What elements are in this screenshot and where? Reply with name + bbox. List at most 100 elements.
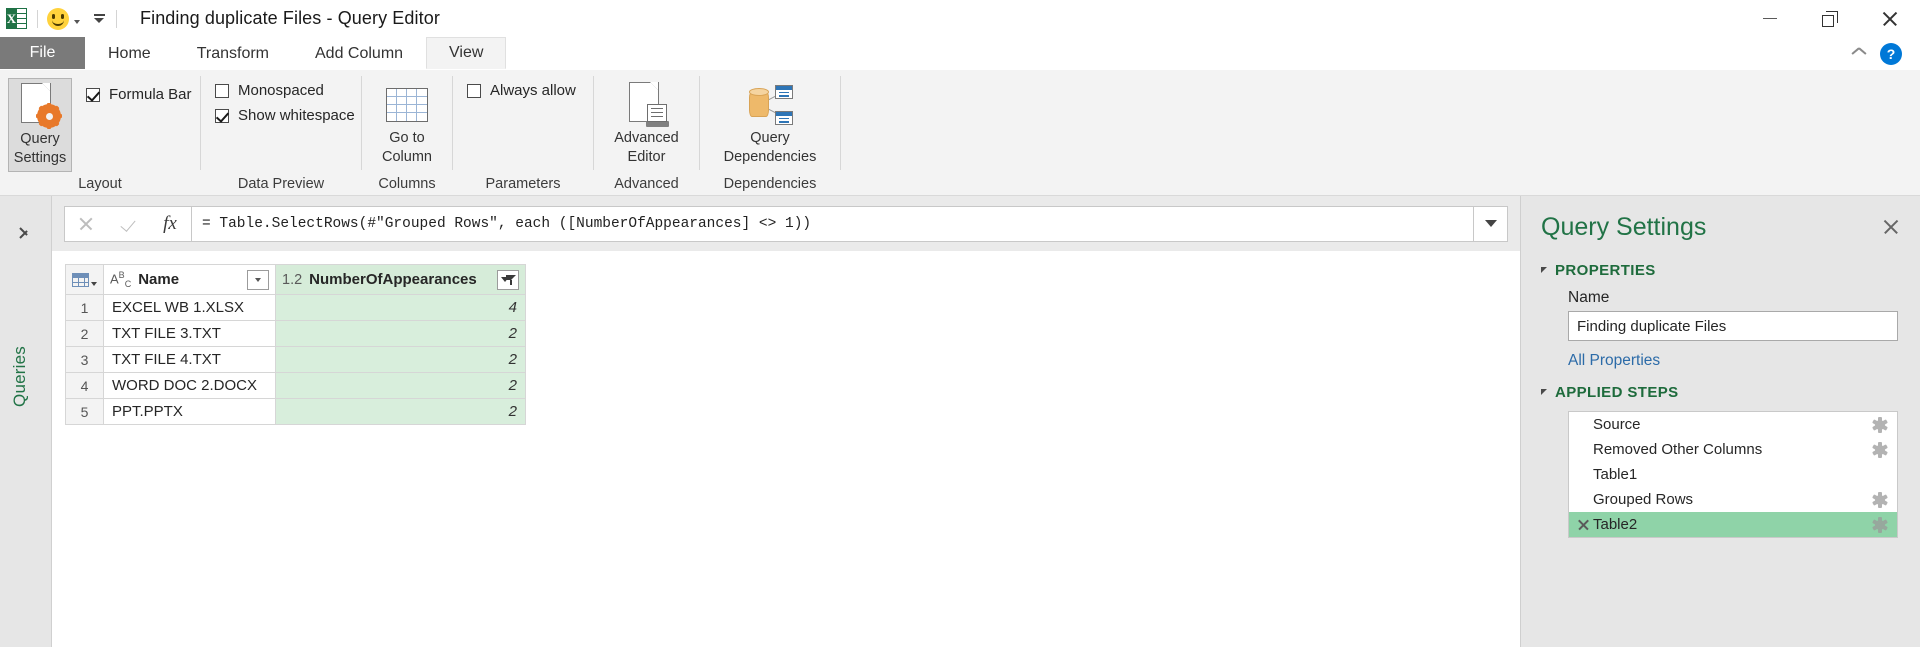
go-to-column-label-1: Go to — [389, 130, 425, 146]
table-row[interactable]: 1 EXCEL WB 1.XLSX 4 — [65, 294, 526, 321]
column-filter-dropdown-name[interactable] — [247, 269, 269, 290]
query-dependencies-button[interactable]: Query Dependencies — [704, 78, 836, 167]
ribbon-group-label-parameters: Parameters — [485, 176, 561, 192]
close-button[interactable] — [1860, 0, 1920, 37]
close-icon[interactable] — [1882, 218, 1900, 236]
checkbox-formula-bar-box[interactable] — [86, 87, 100, 102]
cell-name[interactable]: TXT FILE 4.TXT — [103, 346, 276, 373]
table-row[interactable]: 2 TXT FILE 3.TXT 2 — [65, 320, 526, 347]
customize-qat-icon[interactable] — [91, 14, 107, 23]
query-name-input[interactable]: Finding duplicate Files — [1568, 311, 1898, 341]
chevron-up-icon[interactable] — [1852, 49, 1866, 58]
tab-transform[interactable]: Transform — [174, 37, 292, 69]
advanced-editor-button[interactable]: Advanced Editor — [597, 78, 697, 167]
accept-check-icon[interactable] — [107, 207, 149, 241]
smiley-icon[interactable] — [47, 7, 69, 30]
table-header-row: ABC Name 1.2 NumberOfAppearances — [65, 264, 526, 295]
window-title: Finding duplicate Files - Query Editor — [140, 8, 440, 28]
column-header-name[interactable]: ABC Name — [103, 264, 276, 295]
cell-appearances[interactable]: 2 — [275, 346, 526, 373]
applied-step-table2[interactable]: Table2 — [1569, 512, 1897, 537]
checkbox-show-whitespace[interactable]: Show whitespace — [215, 107, 355, 124]
query-settings-title: Query Settings — [1541, 212, 1707, 241]
tab-add-column[interactable]: Add Column — [292, 37, 426, 69]
row-number: 4 — [65, 372, 104, 399]
gear-icon[interactable] — [1871, 516, 1888, 533]
gear-icon[interactable] — [1871, 441, 1888, 458]
quick-access-toolbar[interactable] — [47, 7, 107, 30]
query-settings-button[interactable]: Query Settings — [8, 78, 72, 172]
restore-button[interactable] — [1800, 0, 1860, 37]
query-dependencies-icon — [747, 81, 793, 129]
advanced-editor-label-2: Editor — [627, 149, 666, 165]
checkbox-always-allow[interactable]: Always allow — [467, 82, 576, 99]
gear-icon[interactable] — [1871, 491, 1888, 508]
checkbox-always-allow-box[interactable] — [467, 83, 481, 98]
chevron-right-icon[interactable] — [18, 224, 30, 240]
help-icon[interactable]: ? — [1880, 42, 1902, 65]
column-header-name-label: Name — [138, 271, 180, 288]
delete-step-icon[interactable] — [1575, 518, 1593, 532]
cell-appearances[interactable]: 4 — [275, 294, 526, 321]
column-header-numberofappearances[interactable]: 1.2 NumberOfAppearances — [275, 264, 526, 295]
applied-step-grouped-rows[interactable]: Grouped Rows — [1569, 487, 1897, 512]
ribbon-group-advanced: Advanced Editor Advanced — [594, 70, 699, 196]
delete-step-icon — [1575, 418, 1593, 432]
table-row[interactable]: 5 PPT.PPTX 2 — [65, 398, 526, 425]
applied-step-source[interactable]: Source — [1569, 412, 1897, 437]
cell-name[interactable]: TXT FILE 3.TXT — [103, 320, 276, 347]
fx-icon[interactable]: fx — [149, 207, 191, 241]
formula-input[interactable]: = Table.SelectRows(#"Grouped Rows", each… — [191, 205, 1474, 242]
cell-name[interactable]: EXCEL WB 1.XLSX — [103, 294, 276, 321]
checkbox-show-whitespace-box[interactable] — [215, 108, 229, 123]
tab-file[interactable]: File — [0, 37, 85, 69]
filter-applied-icon — [500, 274, 516, 286]
column-filter-dropdown-numberofappearances[interactable] — [497, 269, 519, 290]
checkbox-formula-bar[interactable]: Formula Bar — [86, 86, 192, 103]
collapse-triangle-icon — [1541, 267, 1547, 273]
title-bar: X Finding duplicate Files - Query Editor — [0, 0, 1920, 37]
all-properties-link[interactable]: All Properties — [1568, 352, 1900, 370]
queries-pane-collapsed[interactable]: Queries — [0, 196, 52, 647]
ribbon-group-data-preview: Monospaced Show whitespace Data Preview — [201, 70, 361, 196]
ribbon-group-label-advanced: Advanced — [614, 176, 679, 192]
ribbon-group-label-data-preview: Data Preview — [237, 176, 325, 192]
cell-appearances[interactable]: 2 — [275, 398, 526, 425]
minimize-button[interactable] — [1740, 0, 1800, 37]
applied-step-table1[interactable]: Table1 — [1569, 462, 1897, 487]
properties-section-toggle[interactable]: PROPERTIES — [1541, 262, 1900, 279]
cell-name[interactable]: WORD DOC 2.DOCX — [103, 372, 276, 399]
collapse-triangle-icon — [1541, 389, 1547, 395]
gear-icon[interactable] — [1871, 416, 1888, 433]
query-settings-pane: Query Settings PROPERTIES Name Finding d… — [1520, 196, 1920, 647]
excel-icon: X — [4, 7, 28, 31]
checkbox-always-allow-label: Always allow — [490, 82, 576, 99]
cancel-x-icon[interactable] — [65, 207, 107, 241]
go-to-column-button[interactable]: Go to Column — [375, 78, 439, 167]
chevron-down-icon — [91, 282, 97, 286]
applied-step-label: Removed Other Columns — [1593, 441, 1763, 458]
formula-expand-button[interactable] — [1474, 205, 1508, 242]
work-area: Queries fx = Table.SelectRows(#"Grouped … — [0, 196, 1920, 647]
applied-step-label: Table2 — [1593, 516, 1638, 533]
formula-bar: fx = Table.SelectRows(#"Grouped Rows", e… — [52, 196, 1520, 251]
delete-step-icon — [1575, 443, 1593, 457]
checkbox-monospaced-box[interactable] — [215, 83, 229, 98]
titlebar-divider — [37, 9, 38, 28]
applied-steps-section-toggle[interactable]: APPLIED STEPS — [1541, 384, 1900, 401]
table-row[interactable]: 3 TXT FILE 4.TXT 2 — [65, 346, 526, 373]
query-settings-icon — [19, 82, 62, 130]
checkbox-monospaced[interactable]: Monospaced — [215, 82, 355, 99]
chevron-down-icon[interactable] — [74, 19, 80, 24]
cell-appearances[interactable]: 2 — [275, 372, 526, 399]
table-row[interactable]: 4 WORD DOC 2.DOCX 2 — [65, 372, 526, 399]
cell-name[interactable]: PPT.PPTX — [103, 398, 276, 425]
select-all-header[interactable] — [65, 264, 104, 295]
query-dependencies-label-1: Query — [750, 130, 790, 146]
tab-view[interactable]: View — [426, 37, 507, 69]
applied-steps-list: Source Removed Other Columns Table1 Grou… — [1568, 411, 1898, 538]
applied-step-removed-other-columns[interactable]: Removed Other Columns — [1569, 437, 1897, 462]
tab-home[interactable]: Home — [85, 37, 174, 69]
cell-appearances[interactable]: 2 — [275, 320, 526, 347]
fx-label: fx — [163, 212, 177, 234]
